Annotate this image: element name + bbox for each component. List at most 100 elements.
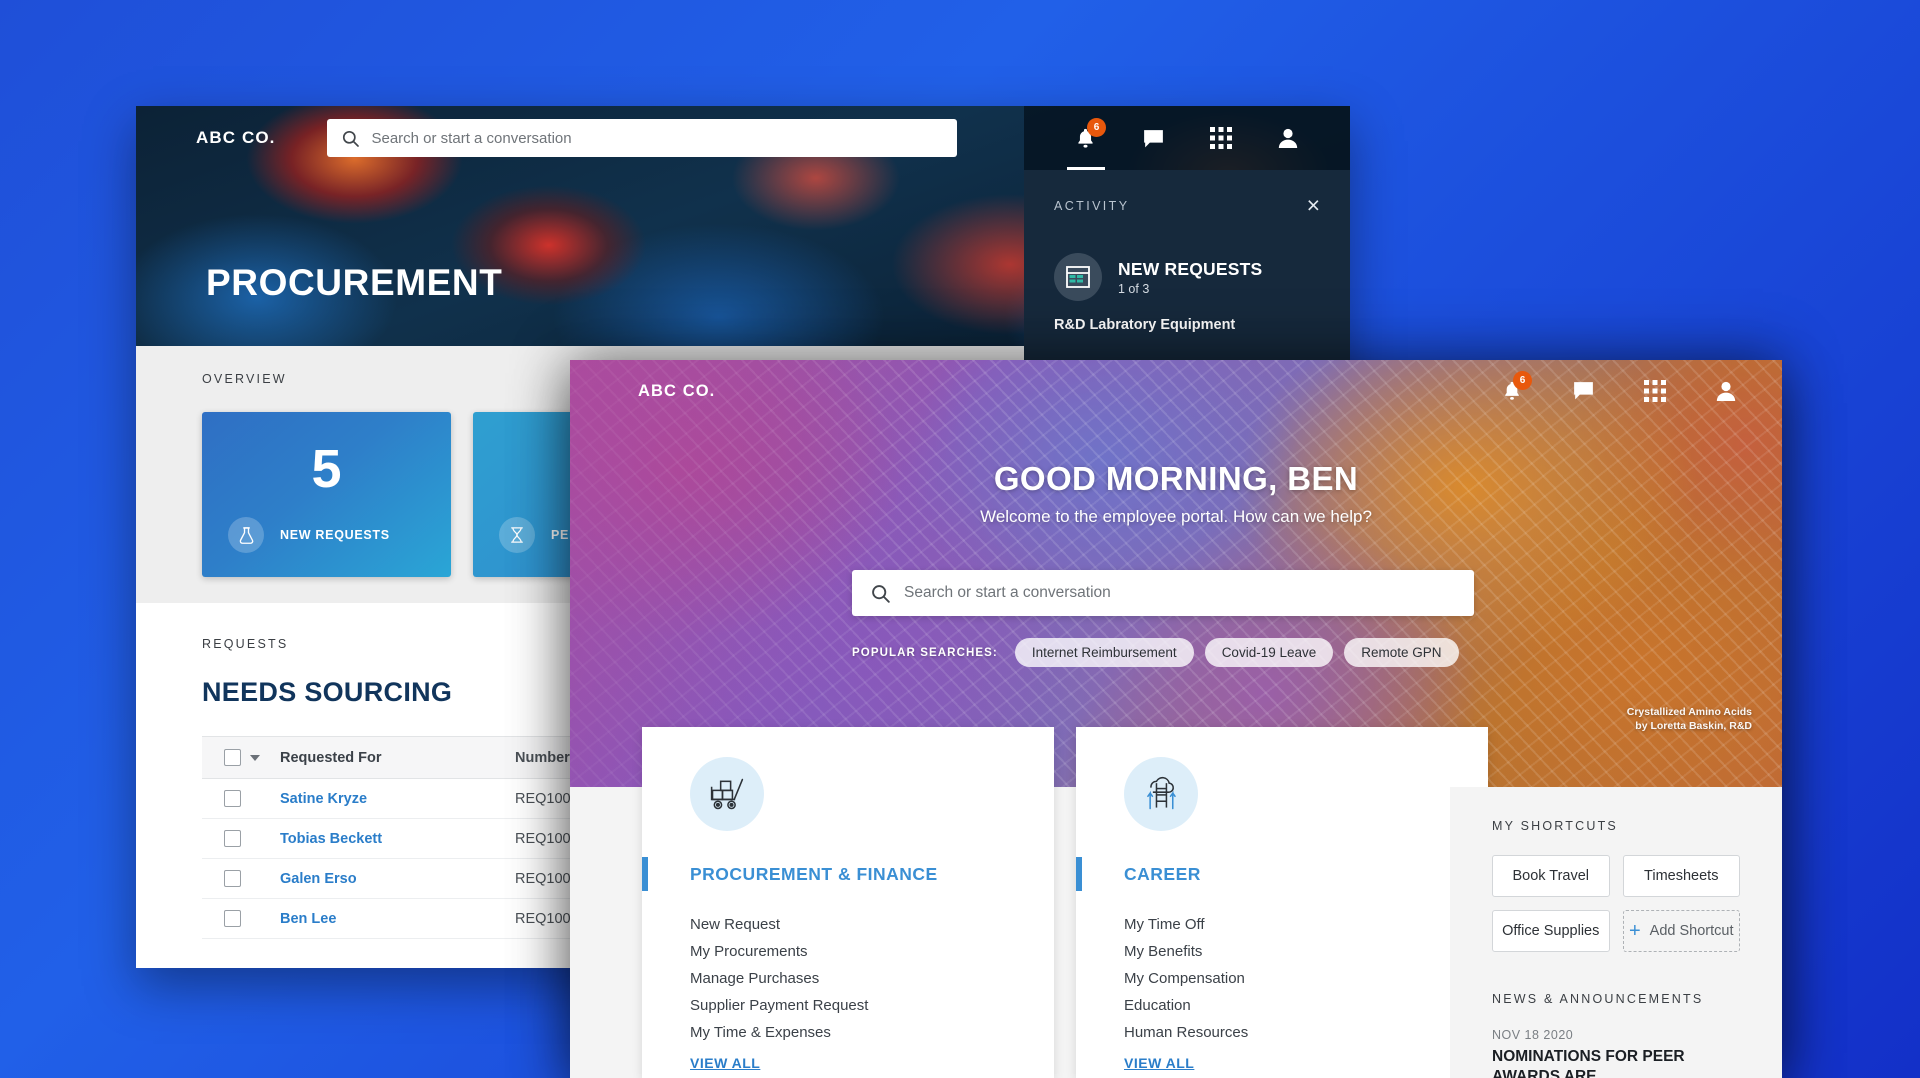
portal-right-rail: MY SHORTCUTS Book Travel Timesheets Offi… bbox=[1450, 787, 1782, 1078]
category-list-item[interactable]: My Time & Expenses bbox=[690, 1019, 1054, 1046]
plus-icon: + bbox=[1628, 920, 1641, 942]
flask-icon bbox=[239, 526, 253, 544]
hourglass-icon-wrap bbox=[499, 517, 535, 553]
row-checkbox[interactable] bbox=[224, 830, 241, 847]
shortcut-book-travel[interactable]: Book Travel bbox=[1492, 855, 1610, 897]
category-list-item[interactable]: Supplier Payment Request bbox=[690, 992, 1054, 1019]
category-title-row: CAREER bbox=[1076, 857, 1488, 891]
category-card-career[interactable]: CAREER My Time Off My Benefits My Compen… bbox=[1076, 727, 1488, 1078]
search-input[interactable]: Search or start a conversation bbox=[327, 119, 958, 157]
activity-item-icon-wrap bbox=[1054, 253, 1102, 301]
cart-boxes-icon bbox=[710, 778, 744, 810]
requested-for-link[interactable]: Satine Kryze bbox=[280, 791, 367, 807]
portal-content: PROCUREMENT & FINANCE New Request My Pro… bbox=[570, 727, 1782, 1078]
requested-for-link[interactable]: Ben Lee bbox=[280, 911, 336, 927]
apps-button[interactable] bbox=[1210, 127, 1232, 149]
portal-search-placeholder: Search or start a conversation bbox=[904, 584, 1111, 601]
category-item-list: New Request My Procurements Manage Purch… bbox=[690, 911, 1054, 1046]
view-all-link[interactable]: VIEW ALL bbox=[690, 1055, 760, 1071]
shortcut-timesheets[interactable]: Timesheets bbox=[1622, 855, 1740, 897]
greeting-title: GOOD MORNING, BEN bbox=[993, 460, 1359, 497]
category-card-procurement-finance[interactable]: PROCUREMENT & FINANCE New Request My Pro… bbox=[642, 727, 1054, 1078]
popular-search-chip[interactable]: Internet Reimbursement bbox=[1014, 638, 1194, 667]
row-select-cell[interactable] bbox=[202, 910, 280, 927]
news-announcements-label: NEWS & ANNOUNCEMENTS bbox=[1492, 992, 1704, 1006]
my-shortcuts-label: MY SHORTCUTS bbox=[1492, 819, 1618, 833]
requested-for-link[interactable]: Tobias Beckett bbox=[280, 831, 382, 847]
chat-button[interactable] bbox=[1141, 126, 1166, 151]
view-all-link[interactable]: VIEW ALL bbox=[1124, 1055, 1194, 1071]
row-checkbox[interactable] bbox=[224, 790, 241, 807]
row-requested-for[interactable]: Satine Kryze bbox=[280, 791, 515, 807]
column-header-requested-for[interactable]: Requested For bbox=[280, 750, 515, 766]
column-header-number-label: Number bbox=[515, 749, 570, 766]
user-avatar-icon bbox=[1278, 128, 1298, 148]
greeting-block: GOOD MORNING, BEN Welcome to the employe… bbox=[570, 460, 1782, 527]
image-credit-title: Crystallized Amino Acids bbox=[1626, 705, 1752, 718]
portal-hero-banner: ABC CO. 6 GOOD MORNING, BEN Welcome to t… bbox=[570, 360, 1782, 787]
category-title-row: PROCUREMENT & FINANCE bbox=[642, 857, 1054, 891]
user-avatar-icon bbox=[1716, 381, 1736, 401]
news-headline[interactable]: NOMINATIONS FOR PEER AWARDS ARE bbox=[1492, 1047, 1740, 1078]
add-shortcut-label: Add Shortcut bbox=[1649, 923, 1734, 939]
category-list-item[interactable]: My Compensation bbox=[1124, 965, 1488, 992]
overview-card-new-requests[interactable]: 5 NEW REQUESTS bbox=[202, 412, 451, 577]
requested-for-link[interactable]: Galen Erso bbox=[280, 871, 357, 887]
shortcuts-grid: Book Travel Timesheets Office Supplies +… bbox=[1492, 855, 1740, 952]
popular-searches-label: POPULAR SEARCHES: bbox=[852, 646, 998, 659]
popular-search-chip[interactable]: Remote GPN bbox=[1344, 638, 1459, 667]
apps-button[interactable] bbox=[1644, 379, 1666, 402]
row-checkbox[interactable] bbox=[224, 910, 241, 927]
select-all-checkbox[interactable] bbox=[224, 749, 241, 766]
apps-grid-icon bbox=[1644, 379, 1666, 402]
row-select-cell[interactable] bbox=[202, 830, 280, 847]
news-date: NOV 18 2020 bbox=[1492, 1028, 1574, 1042]
category-list-item[interactable]: My Benefits bbox=[1124, 938, 1488, 965]
add-shortcut-button[interactable]: + Add Shortcut bbox=[1622, 910, 1740, 952]
company-logo[interactable]: ABC CO. bbox=[638, 382, 715, 401]
close-icon[interactable]: × bbox=[1307, 194, 1320, 217]
activity-item[interactable]: NEW REQUESTS 1 of 3 bbox=[1024, 217, 1350, 301]
notifications-button[interactable]: 6 bbox=[1066, 117, 1106, 171]
category-list-item[interactable]: Manage Purchases bbox=[690, 965, 1054, 992]
portal-icon-bar: 6 bbox=[1501, 370, 1738, 403]
activity-item-title: NEW REQUESTS bbox=[1118, 258, 1263, 279]
profile-button[interactable] bbox=[1714, 379, 1738, 403]
category-accent-bar bbox=[642, 857, 648, 891]
chat-button[interactable] bbox=[1571, 378, 1596, 403]
activity-label: ACTIVITY bbox=[1054, 198, 1130, 213]
category-title: PROCUREMENT & FINANCE bbox=[690, 863, 938, 884]
flask-icon-wrap bbox=[228, 517, 264, 553]
category-list-item[interactable]: My Procurements bbox=[690, 938, 1054, 965]
portal-search-input[interactable]: Search or start a conversation bbox=[852, 570, 1474, 616]
image-credit: Crystallized Amino Acids by Loretta Bask… bbox=[1627, 705, 1752, 733]
select-all-cell[interactable] bbox=[202, 749, 280, 766]
spreadsheet-icon bbox=[1066, 266, 1090, 288]
company-logo[interactable]: ABC CO. bbox=[196, 128, 275, 148]
greeting-subtitle: Welcome to the employee portal. How can … bbox=[980, 507, 1372, 526]
row-checkbox[interactable] bbox=[224, 870, 241, 887]
category-accent-bar bbox=[1076, 857, 1082, 891]
category-list-item[interactable]: My Time Off bbox=[1124, 911, 1488, 938]
row-requested-for[interactable]: Ben Lee bbox=[280, 911, 515, 927]
hourglass-icon bbox=[511, 527, 523, 543]
popular-search-chip[interactable]: Covid-19 Leave bbox=[1204, 638, 1334, 667]
category-list-item[interactable]: Education bbox=[1124, 992, 1488, 1019]
category-list-item[interactable]: Human Resources bbox=[1124, 1019, 1488, 1046]
activity-header: ACTIVITY × bbox=[1024, 170, 1350, 217]
category-title: CAREER bbox=[1124, 863, 1201, 884]
shortcut-office-supplies[interactable]: Office Supplies bbox=[1492, 910, 1610, 952]
employee-portal-window[interactable]: ABC CO. 6 GOOD MORNING, BEN Welcome to t… bbox=[570, 360, 1782, 1078]
notifications-button[interactable]: 6 bbox=[1501, 370, 1532, 402]
row-requested-for[interactable]: Tobias Beckett bbox=[280, 831, 515, 847]
row-select-cell[interactable] bbox=[202, 870, 280, 887]
overview-card-footer: NEW REQUESTS bbox=[228, 517, 390, 553]
row-requested-for[interactable]: Galen Erso bbox=[280, 871, 515, 887]
notification-badge: 6 bbox=[1513, 370, 1532, 390]
page-title: PROCUREMENT bbox=[206, 262, 503, 303]
chevron-down-icon[interactable] bbox=[250, 754, 260, 761]
row-select-cell[interactable] bbox=[202, 790, 280, 807]
category-list-item[interactable]: New Request bbox=[690, 911, 1054, 938]
profile-button[interactable] bbox=[1276, 126, 1300, 150]
search-icon bbox=[343, 130, 360, 147]
